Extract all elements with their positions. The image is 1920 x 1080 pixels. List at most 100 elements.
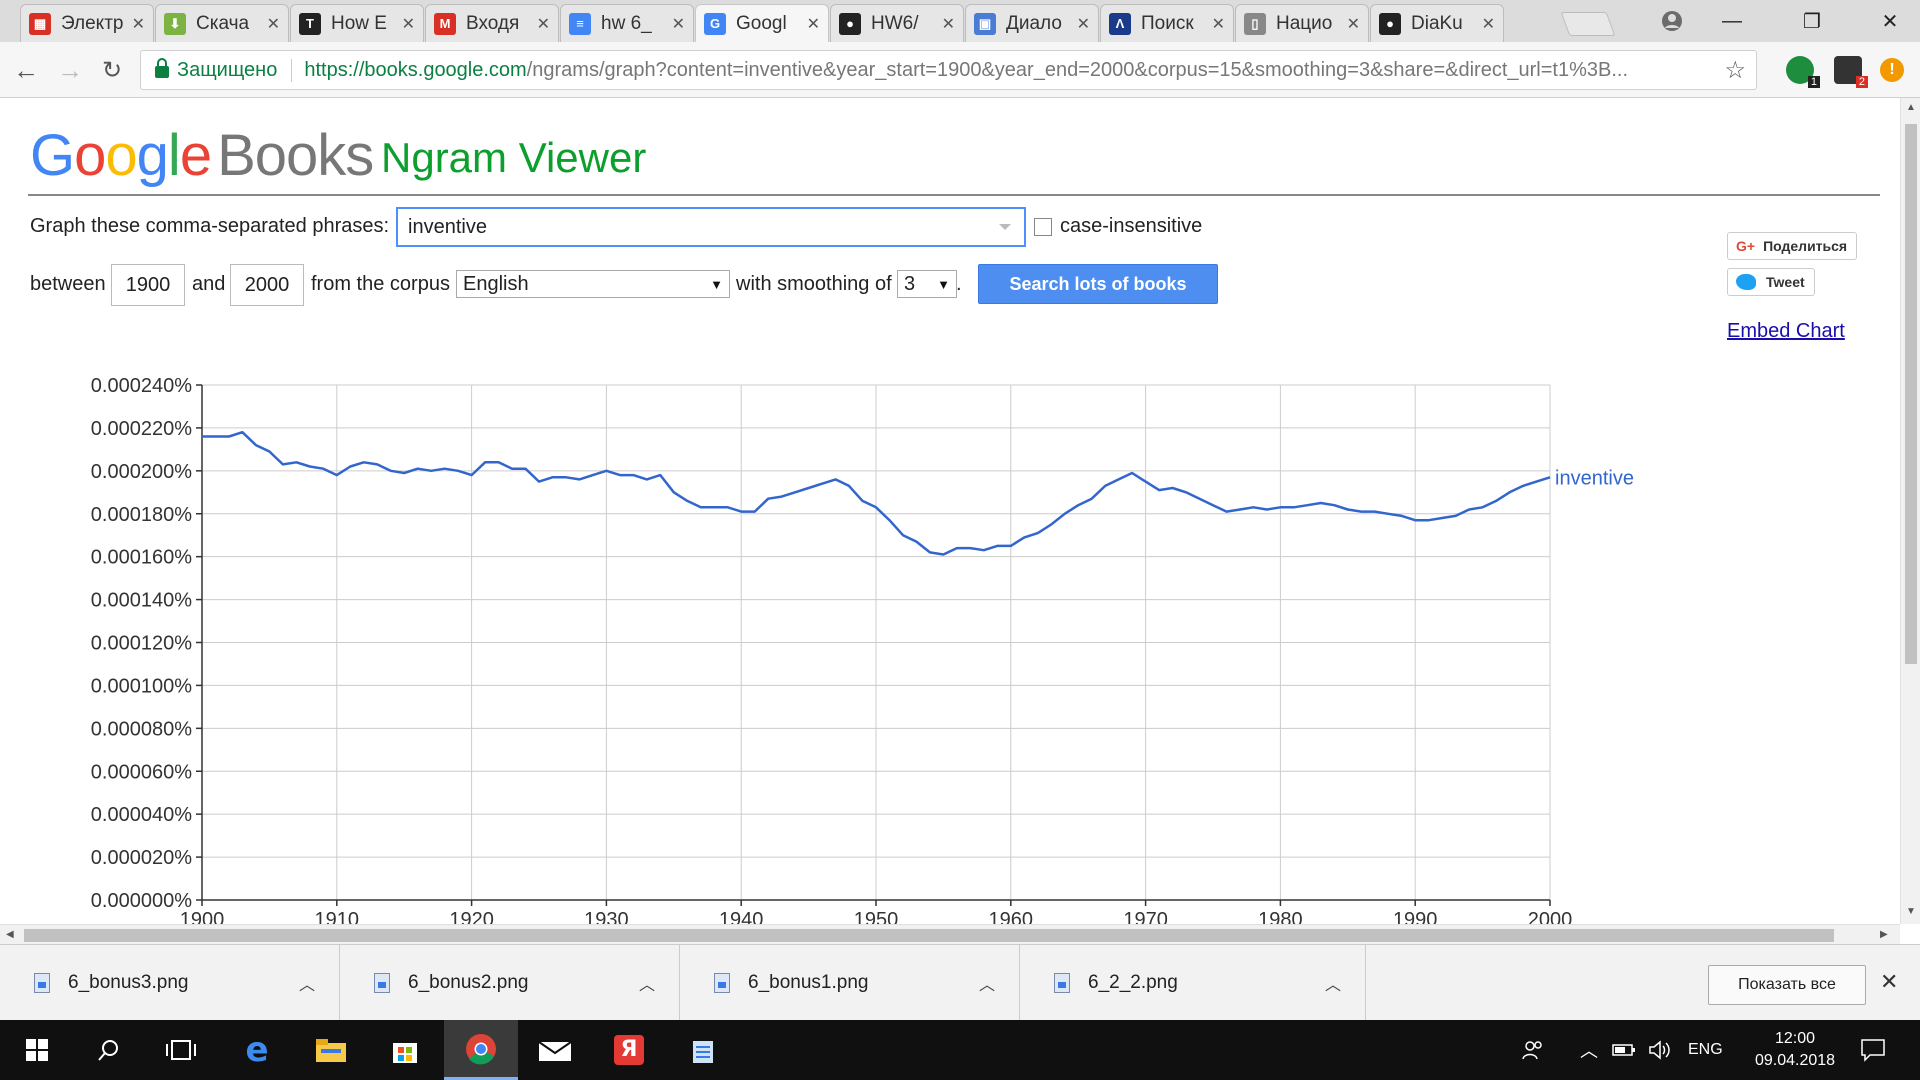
- tab-close-icon[interactable]: ✕: [942, 14, 955, 34]
- vertical-scroll-thumb[interactable]: [1905, 124, 1917, 664]
- tab-label: Скача: [196, 12, 250, 34]
- chevron-up-icon[interactable]: ︿: [1580, 1020, 1598, 1080]
- tab-close-icon[interactable]: ✕: [1482, 14, 1495, 34]
- extension-ghost-icon[interactable]: 2: [1834, 56, 1868, 88]
- tab-close-icon[interactable]: ✕: [1347, 14, 1360, 34]
- y-tick-label: 0.000060%: [91, 761, 192, 783]
- tab-label: DiaKu: [1411, 12, 1463, 34]
- tab-label: hw 6_: [601, 12, 652, 34]
- x-tick-label: 1980: [1258, 909, 1303, 924]
- chevron-up-icon[interactable]: ︿: [1325, 971, 1341, 995]
- forward-arrow-icon[interactable]: →: [52, 52, 88, 88]
- download-item[interactable]: 6_bonus3.png ︿: [0, 945, 340, 1021]
- tab-close-icon[interactable]: ✕: [537, 14, 550, 34]
- reload-icon[interactable]: ↻: [94, 52, 130, 88]
- tab-label: Нацио: [1276, 12, 1333, 34]
- tab-favicon-icon: M: [434, 12, 456, 35]
- file-explorer-icon[interactable]: [294, 1020, 368, 1080]
- browser-tab[interactable]: Λ Поиск ✕: [1100, 4, 1234, 42]
- browser-tab[interactable]: M Входя ✕: [425, 4, 559, 42]
- browser-tab[interactable]: ● HW6/ ✕: [830, 4, 964, 42]
- scroll-left-icon[interactable]: ◀: [6, 929, 14, 940]
- close-window-icon[interactable]: ✕: [1860, 0, 1920, 42]
- task-view-icon[interactable]: [144, 1020, 218, 1080]
- bookmark-star-icon[interactable]: ☆: [1724, 56, 1746, 85]
- tab-label: How E: [331, 12, 387, 34]
- yandex-browser-icon[interactable]: Я: [592, 1020, 666, 1080]
- tab-close-icon[interactable]: ✕: [267, 14, 280, 34]
- download-filename: 6_bonus2.png: [408, 972, 529, 993]
- close-downloads-icon[interactable]: ✕: [1880, 969, 1898, 995]
- x-tick-label: 1950: [854, 909, 899, 924]
- y-tick-label: 0.000160%: [91, 547, 192, 569]
- download-item[interactable]: 6_2_2.png ︿: [1020, 945, 1366, 1021]
- taskbar-clock[interactable]: 12:00 09.04.2018: [1740, 1028, 1850, 1072]
- tab-close-icon[interactable]: ✕: [1212, 14, 1225, 34]
- tab-close-icon[interactable]: ✕: [1077, 14, 1090, 34]
- notepad-icon[interactable]: [666, 1020, 740, 1080]
- tab-close-icon[interactable]: ✕: [807, 14, 820, 34]
- show-all-downloads-button[interactable]: Показать все: [1708, 965, 1866, 1005]
- input-language[interactable]: ENG: [1688, 1020, 1723, 1080]
- browser-tab[interactable]: ≡ hw 6_ ✕: [560, 4, 694, 42]
- battery-icon[interactable]: [1612, 1020, 1636, 1080]
- scroll-down-icon[interactable]: ▼: [1906, 906, 1916, 917]
- minimize-window-icon[interactable]: —: [1702, 0, 1762, 42]
- action-center-icon[interactable]: [1860, 1020, 1886, 1080]
- tab-label: Электр: [61, 12, 124, 34]
- browser-tab[interactable]: G Googl ✕: [695, 4, 829, 42]
- new-tab-button[interactable]: [1560, 12, 1616, 36]
- mail-icon[interactable]: [518, 1020, 592, 1080]
- extension-eye-icon[interactable]: 1: [1786, 56, 1820, 88]
- tab-label: Googl: [736, 12, 787, 34]
- browser-tab[interactable]: ▯ Нацио ✕: [1235, 4, 1369, 42]
- url-host: https://books.google.com: [304, 58, 527, 81]
- vertical-scrollbar[interactable]: ▲ ▼: [1900, 98, 1920, 924]
- y-tick-label: 0.000020%: [91, 847, 192, 869]
- horizontal-scrollbar[interactable]: ◀ ▶: [0, 924, 1900, 944]
- windows-start-icon[interactable]: [0, 1020, 74, 1080]
- browser-tab[interactable]: ● DiaKu ✕: [1370, 4, 1504, 42]
- y-tick-label: 0.000180%: [91, 504, 192, 526]
- restore-window-icon[interactable]: ❐: [1782, 0, 1842, 42]
- store-icon[interactable]: [368, 1020, 442, 1080]
- y-tick-label: 0.000240%: [91, 375, 192, 397]
- chevron-up-icon[interactable]: ︿: [979, 971, 995, 995]
- tab-close-icon[interactable]: ✕: [402, 14, 415, 34]
- browser-tab[interactable]: ▦ Электр ✕: [20, 4, 154, 42]
- volume-icon[interactable]: [1648, 1020, 1672, 1080]
- people-icon[interactable]: [1522, 1020, 1544, 1080]
- image-file-icon: [374, 973, 390, 993]
- address-bar[interactable]: Защищено https://books.google.com /ngram…: [140, 50, 1757, 90]
- x-tick-label: 1960: [989, 909, 1034, 924]
- scroll-up-icon[interactable]: ▲: [1906, 102, 1916, 113]
- x-tick-label: 1920: [449, 909, 494, 924]
- search-icon[interactable]: [72, 1020, 146, 1080]
- tab-favicon-icon: ⬇: [164, 12, 186, 35]
- back-arrow-icon[interactable]: ←: [8, 52, 44, 88]
- profile-icon[interactable]: [1642, 0, 1702, 42]
- horizontal-scroll-thumb[interactable]: [24, 929, 1834, 942]
- downloads-bar: 6_bonus3.png ︿ 6_bonus2.png ︿ 6_bonus1.p…: [0, 944, 1920, 1021]
- tab-favicon-icon: ●: [1379, 12, 1401, 35]
- browser-tab[interactable]: ⬇ Скача ✕: [155, 4, 289, 42]
- x-tick-label: 1990: [1393, 909, 1438, 924]
- x-tick-label: 1930: [584, 909, 629, 924]
- x-tick-label: 2000: [1528, 909, 1573, 924]
- y-tick-label: 0.000000%: [91, 890, 192, 912]
- download-item[interactable]: 6_bonus2.png ︿: [340, 945, 680, 1021]
- tab-close-icon[interactable]: ✕: [672, 14, 685, 34]
- scroll-right-icon[interactable]: ▶: [1880, 929, 1888, 940]
- edge-browser-icon[interactable]: e: [220, 1020, 294, 1080]
- chrome-taskbar-icon[interactable]: [444, 1020, 518, 1080]
- tab-favicon-icon: ▦: [29, 12, 51, 35]
- chevron-up-icon[interactable]: ︿: [639, 971, 655, 995]
- chevron-up-icon[interactable]: ︿: [299, 971, 315, 995]
- clock-date: 09.04.2018: [1754, 1052, 1836, 1069]
- tab-close-icon[interactable]: ✕: [132, 14, 145, 34]
- download-item[interactable]: 6_bonus1.png ︿: [680, 945, 1020, 1021]
- browser-tab[interactable]: ▣ Диало ✕: [965, 4, 1099, 42]
- y-tick-label: 0.000040%: [91, 804, 192, 826]
- browser-tab[interactable]: T How E ✕: [290, 4, 424, 42]
- chrome-update-menu-icon[interactable]: !: [1880, 58, 1904, 82]
